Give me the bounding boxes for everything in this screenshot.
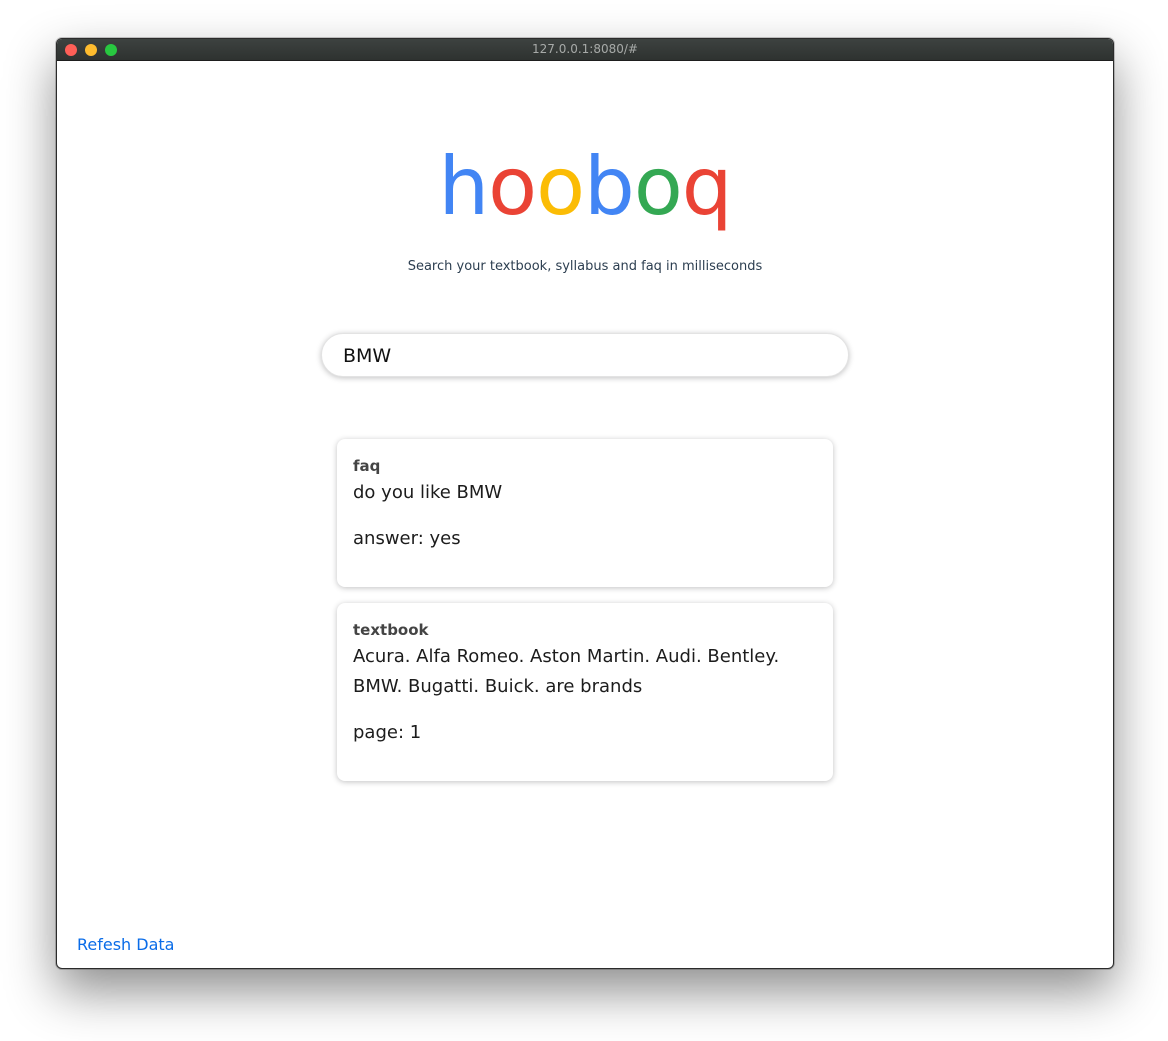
title-bar: 127.0.0.1:8080/# — [57, 39, 1113, 61]
result-text: do you like BMW — [353, 482, 503, 503]
page-content: hooboq Search your textbook, syllabus an… — [57, 61, 1113, 968]
result-text: Acura. Alfa Romeo. Aston Martin. Audi. B… — [353, 646, 780, 697]
result-card[interactable]: faq do you like BMW answer: yes — [337, 439, 833, 587]
logo-letter: h — [438, 140, 489, 233]
subtitle: Search your textbook, syllabus and faq i… — [407, 259, 763, 274]
search-box[interactable] — [321, 333, 849, 378]
result-card[interactable]: textbook Acura. Alfa Romeo. Aston Martin… — [337, 603, 833, 781]
result-category: textbook — [353, 621, 429, 639]
result-category: faq — [353, 457, 381, 475]
logo-letter: o — [633, 140, 683, 233]
logo-letter: b — [584, 140, 635, 233]
refresh-data-link[interactable]: Refesh Data — [77, 935, 174, 954]
url-label: 127.0.0.1:8080/# — [532, 42, 638, 56]
hooboq-logo: hooboq — [57, 137, 1113, 237]
logo-letter: o — [536, 140, 585, 233]
browser-window: 127.0.0.1:8080/# hooboq Search your text… — [56, 38, 1114, 969]
search-input[interactable] — [343, 334, 823, 378]
result-meta: answer: yes — [353, 528, 461, 549]
logo-letter: q — [681, 140, 733, 233]
logo-letter: o — [488, 140, 537, 233]
result-meta: page: 1 — [353, 722, 422, 743]
